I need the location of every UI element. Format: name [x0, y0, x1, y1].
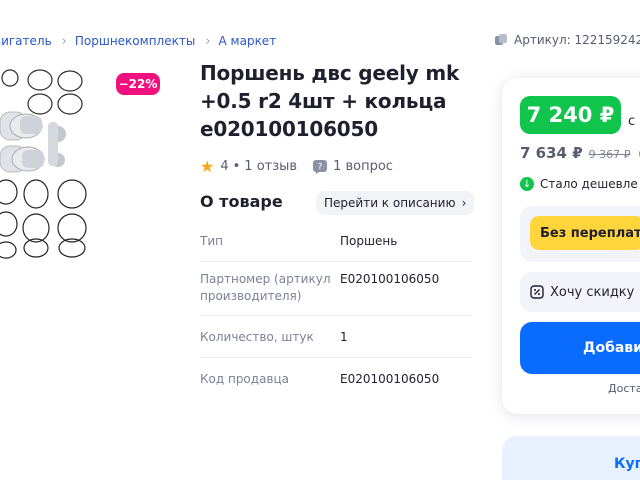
to-description-button[interactable]: Перейти к описанию › [316, 191, 475, 215]
old-price: 9 367 ₽ [588, 148, 631, 161]
spec-row: Тип Поршень [200, 224, 472, 262]
product-title: Поршень двс geely mk +0.5 r2 4шт + кольц… [200, 61, 460, 141]
spec-row: Партномер (артикул производителя) E02010… [200, 262, 472, 316]
breadcrumb: вигатель › Поршнекомплекты › А маркет [0, 33, 276, 49]
separator-dot: • [232, 159, 241, 174]
spec-key: Количество, штук [200, 330, 314, 344]
breadcrumb-item[interactable]: А маркет [219, 34, 277, 48]
spec-value: Поршень [340, 234, 398, 248]
spec-row: Количество, штук 1 [200, 316, 472, 358]
star-icon: ★ [200, 157, 215, 176]
spec-key: Тип [200, 234, 223, 248]
reviews-link[interactable]: 1 отзыв [244, 159, 297, 174]
copy-icon [495, 34, 507, 45]
arrow-down-icon: ↓ [520, 177, 534, 191]
specs-table: Тип Поршень Партномер (артикул производи… [200, 224, 472, 400]
spec-value: E020100106050 [340, 372, 440, 386]
buy-now-label: Куп [614, 456, 640, 472]
chevron-right-icon: › [461, 196, 467, 210]
want-discount-label: Хочу скидку [550, 284, 635, 300]
questions-link[interactable]: 1 вопрос [333, 159, 393, 174]
spec-value: 1 [340, 330, 348, 344]
chevron-right-icon: › [61, 33, 67, 49]
product-image[interactable] [0, 64, 184, 264]
spec-value: E020100106050 [340, 272, 440, 286]
discount-tag-icon [530, 285, 544, 299]
rating-row: ★ 4 • 1 отзыв ? 1 вопрос [200, 157, 393, 176]
discount-badge: −22% [116, 73, 160, 95]
sku-copy[interactable]: Артикул: 1221592428 [494, 33, 640, 47]
breadcrumb-item[interactable]: вигатель [0, 34, 52, 48]
no-overpay-button[interactable]: Без переплат [530, 216, 640, 250]
to-description-label: Перейти к описанию [324, 196, 456, 210]
card-price: 7 240 ₽ [520, 96, 621, 134]
question-icon: ? [313, 159, 328, 174]
delivery-note: Достав [608, 382, 640, 395]
chevron-right-icon: › [205, 33, 211, 49]
spec-row: Код продавца E020100106050 [200, 358, 472, 400]
regular-price: 7 634 ₽ [520, 144, 583, 162]
rating-value: 4 [220, 159, 229, 174]
regular-price-row: 7 634 ₽ 9 367 ₽ бе [520, 144, 640, 162]
spec-key: Партномер (артикул производителя) [200, 272, 331, 303]
sku-text: Артикул: 1221592428 [514, 33, 640, 47]
price-drop-label: Стало дешевле [540, 177, 638, 191]
add-to-cart-button[interactable]: Добавит [520, 322, 640, 374]
price-drop-note[interactable]: ↓ Стало дешевле [520, 177, 638, 191]
spec-key: Код продавца [200, 372, 290, 386]
svg-text:?: ? [318, 162, 323, 172]
about-heading: О товаре [200, 192, 283, 211]
want-discount-button[interactable]: Хочу скидку [520, 272, 640, 312]
breadcrumb-item[interactable]: Поршнекомплекты [75, 34, 195, 48]
card-price-note: с [628, 114, 636, 129]
add-to-cart-label: Добавит [583, 340, 640, 356]
